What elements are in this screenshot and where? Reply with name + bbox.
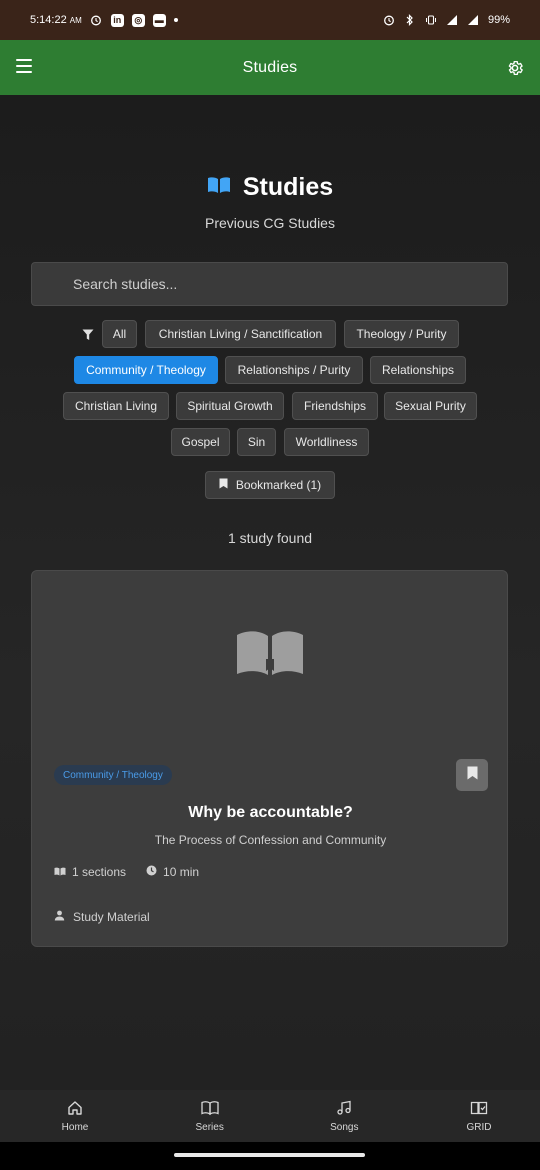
battery-percent: 99% bbox=[487, 14, 510, 26]
nav-home[interactable]: Home bbox=[50, 1090, 100, 1142]
duration-label: 10 min bbox=[163, 865, 200, 879]
app-bar-title: Studies bbox=[242, 58, 298, 76]
chip-label: Christian Living bbox=[74, 399, 158, 413]
time-ampm: AM bbox=[69, 16, 82, 25]
book-icon bbox=[201, 1100, 219, 1119]
study-card[interactable]: Community / Theology Why be accountable?… bbox=[31, 570, 508, 947]
filter-chip-relationships[interactable]: Relationships bbox=[370, 356, 466, 384]
page-heading: Studies bbox=[0, 173, 540, 202]
time: 5:14:22 bbox=[30, 14, 67, 26]
nav-songs[interactable]: Songs bbox=[319, 1090, 369, 1142]
bluetooth-icon bbox=[404, 14, 417, 27]
bookmark-icon bbox=[467, 766, 478, 785]
chip-label: Relationships / Purity bbox=[237, 363, 351, 377]
bottom-nav: Home Series Songs GRID bbox=[0, 1090, 540, 1142]
status-bar: 5:14:22 AM in ◎ ▬ 99% bbox=[0, 0, 540, 40]
study-meta: 1 sections 10 min bbox=[54, 865, 199, 879]
chip-label: Relationships bbox=[381, 363, 455, 377]
alarm-icon-right bbox=[383, 14, 396, 27]
filter-icon bbox=[82, 328, 94, 340]
gear-icon[interactable] bbox=[506, 59, 524, 77]
app-bar: Studies bbox=[0, 40, 540, 95]
author-label: Study Material bbox=[73, 910, 150, 924]
hamburger-menu-icon[interactable] bbox=[16, 59, 32, 73]
filter-chip-christian-living-sanctification[interactable]: Christian Living / Sanctification bbox=[145, 320, 336, 348]
home-indicator[interactable] bbox=[174, 1153, 365, 1157]
nav-series[interactable]: Series bbox=[185, 1090, 235, 1142]
sections-label: 1 sections bbox=[72, 865, 127, 879]
filter-chip-worldliness[interactable]: Worldliness bbox=[284, 428, 369, 456]
alarm-icon bbox=[90, 14, 103, 27]
filter-chip-sin[interactable]: Sin bbox=[237, 428, 276, 456]
chip-label: Sexual Purity bbox=[395, 399, 466, 413]
search-input[interactable] bbox=[73, 276, 466, 292]
nav-label: Home bbox=[61, 1121, 89, 1133]
page-subtitle: Previous CG Studies bbox=[205, 215, 335, 231]
filter-chip-theology-purity[interactable]: Theology / Purity bbox=[344, 320, 459, 348]
more-notifications-dot bbox=[173, 18, 178, 22]
filter-chip-community-theology[interactable]: Community / Theology bbox=[74, 356, 218, 384]
nav-grid[interactable]: GRID bbox=[454, 1090, 504, 1142]
music-note-icon bbox=[336, 1100, 352, 1119]
study-title: Why be accountable? bbox=[188, 804, 353, 821]
chip-label: Community / Theology bbox=[86, 363, 206, 377]
vibrate-icon bbox=[425, 14, 438, 27]
bookmark-button[interactable] bbox=[456, 759, 488, 791]
page-title: Studies bbox=[242, 173, 334, 201]
study-subtitle: The Process of Confession and Community bbox=[154, 833, 387, 847]
clock-icon bbox=[146, 865, 157, 879]
open-book-icon bbox=[235, 629, 305, 679]
chip-label: Worldliness bbox=[295, 435, 358, 449]
bookmarked-filter-button[interactable]: Bookmarked (1) bbox=[205, 471, 335, 499]
message-notification-icon: ▬ bbox=[152, 13, 166, 27]
search-field[interactable] bbox=[31, 262, 508, 306]
nav-label: GRID bbox=[466, 1121, 492, 1133]
sections-count: 1 sections bbox=[54, 865, 126, 879]
status-right: 99% bbox=[383, 14, 510, 27]
nav-label: Series bbox=[195, 1121, 224, 1133]
chip-label: Theology / Purity bbox=[356, 327, 447, 341]
filter-chip-all[interactable]: All bbox=[102, 320, 137, 348]
grid-book-check-icon bbox=[470, 1100, 488, 1119]
gesture-bar bbox=[0, 1142, 540, 1170]
filter-chip-friendships[interactable]: Friendships bbox=[292, 392, 378, 420]
clock: 5:14:22 AM bbox=[30, 14, 82, 26]
duration: 10 min bbox=[146, 865, 199, 879]
signal-icon-2 bbox=[467, 14, 480, 27]
results-count: 1 study found bbox=[227, 530, 313, 546]
person-icon bbox=[54, 910, 65, 924]
book-icon bbox=[54, 865, 66, 879]
signal-icon bbox=[446, 14, 459, 27]
open-book-icon bbox=[207, 176, 231, 199]
app-notification-icon: ◎ bbox=[131, 13, 145, 27]
main-content: Studies Previous CG Studies All Christia… bbox=[0, 95, 540, 1090]
chip-label: Christian Living / Sanctification bbox=[158, 327, 323, 341]
linkedin-icon: in bbox=[110, 13, 124, 27]
study-author: Study Material bbox=[54, 910, 150, 924]
category-tag: Community / Theology bbox=[54, 765, 172, 785]
filter-chip-gospel[interactable]: Gospel bbox=[171, 428, 230, 456]
filter-chip-relationships-purity[interactable]: Relationships / Purity bbox=[225, 356, 363, 384]
chip-label: Gospel bbox=[181, 435, 220, 449]
chip-label: Sin bbox=[247, 435, 266, 449]
chip-label: Friendships bbox=[303, 399, 367, 413]
chip-label: All bbox=[112, 327, 127, 341]
nav-label: Songs bbox=[330, 1121, 359, 1133]
home-icon bbox=[67, 1100, 83, 1119]
filter-chip-christian-living[interactable]: Christian Living bbox=[63, 392, 169, 420]
chip-label: Spiritual Growth bbox=[187, 399, 273, 413]
filter-chip-sexual-purity[interactable]: Sexual Purity bbox=[384, 392, 477, 420]
bookmarked-label: Bookmarked (1) bbox=[235, 478, 322, 492]
filter-chip-spiritual-growth[interactable]: Spiritual Growth bbox=[176, 392, 284, 420]
status-left: 5:14:22 AM in ◎ ▬ bbox=[30, 13, 178, 27]
bookmark-icon bbox=[219, 478, 228, 492]
